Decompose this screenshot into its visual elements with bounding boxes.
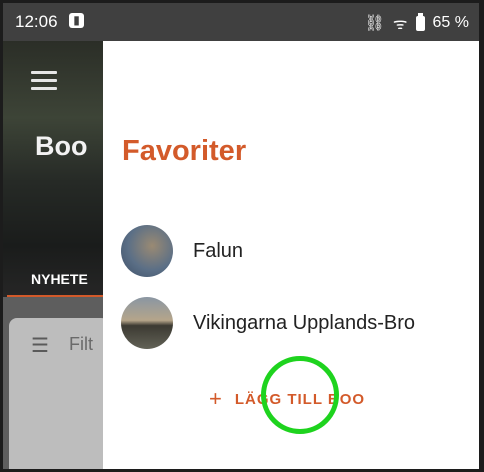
battery-percent: 65 % [432, 14, 469, 31]
background-app: Boo NYHETE ☰ Filt [3, 41, 109, 469]
drawer-title: Favoriter [122, 135, 247, 167]
filter-label[interactable]: Filt [69, 334, 93, 355]
status-time: 12:06 [15, 12, 58, 31]
avatar [121, 297, 173, 349]
filter-icon[interactable]: ☰ [31, 336, 53, 356]
notification-icon: ▮ [69, 13, 84, 28]
favorites-drawer: Favoriter Falun Vikingarna Upplands-Bro … [103, 41, 479, 469]
filter-card[interactable] [9, 318, 109, 469]
status-icons: ⛓ ᯤ 65 % [365, 12, 469, 34]
plus-icon: + [209, 386, 223, 411]
phone-screen: 12:06 ▮ ⛓ ᯤ 65 % Boo NYHETE ☰ Filt Favor… [3, 3, 479, 469]
link-icon: ⛓ [364, 15, 385, 32]
avatar [121, 225, 173, 277]
app-title: Boo [35, 131, 88, 161]
status-bar: 12:06 ▮ ⛓ ᯤ 65 % [3, 3, 479, 41]
highlight-circle [261, 356, 339, 434]
favorite-label: Falun [193, 239, 244, 262]
tab-news[interactable]: NYHETE [31, 271, 88, 287]
menu-icon[interactable] [31, 71, 57, 95]
favorite-item-vikingarna[interactable]: Vikingarna Upplands-Bro [121, 297, 415, 349]
favorite-label: Vikingarna Upplands-Bro [193, 311, 415, 334]
wifi-icon: ᯤ [392, 16, 408, 33]
battery-icon [415, 12, 425, 31]
favorite-item-falun[interactable]: Falun [121, 225, 243, 277]
